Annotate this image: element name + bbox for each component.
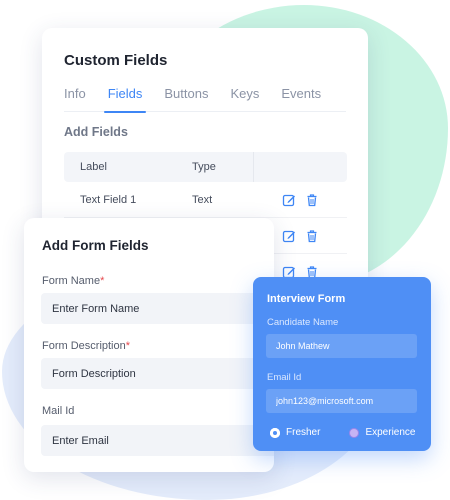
add-fields-heading: Add Fields <box>64 125 128 139</box>
form-name-input[interactable] <box>41 293 274 324</box>
email-id-input[interactable] <box>266 389 417 413</box>
edit-icon[interactable] <box>282 193 296 207</box>
interview-form-title: Interview Form <box>267 293 346 305</box>
required-mark: * <box>125 340 131 352</box>
trash-icon[interactable] <box>305 193 319 207</box>
radio-fresher[interactable]: Fresher <box>270 427 320 438</box>
table-row: Text Field 1 Text <box>64 182 347 218</box>
edit-icon[interactable] <box>282 229 296 243</box>
tab-events[interactable]: Events <box>281 86 321 112</box>
trash-icon[interactable] <box>305 229 319 243</box>
custom-fields-title: Custom Fields <box>64 52 168 69</box>
add-form-fields-card: Add Form Fields Form Name* Form Descript… <box>24 218 274 472</box>
tab-bar: Info Fields Buttons Keys Events <box>64 86 346 113</box>
radio-fresher-label: Fresher <box>286 427 321 438</box>
row-label: Text Field 1 <box>80 193 137 206</box>
add-form-fields-title: Add Form Fields <box>42 238 149 253</box>
candidate-name-input[interactable] <box>266 334 417 358</box>
form-description-label: Form Description* <box>42 340 131 352</box>
radio-experience-label: Experience <box>365 427 416 438</box>
tab-keys[interactable]: Keys <box>230 86 259 112</box>
interview-form-card: Interview Form Candidate Name Email Id F… <box>253 277 431 451</box>
experience-radio-group: Fresher Experience <box>270 427 415 438</box>
radio-experience[interactable]: Experience <box>349 427 415 438</box>
radio-checked-icon <box>270 427 280 438</box>
form-description-input[interactable] <box>41 358 274 389</box>
required-mark: * <box>100 275 105 287</box>
row-type: Text <box>192 193 213 206</box>
tab-buttons[interactable]: Buttons <box>164 86 208 112</box>
column-header-label: Label <box>80 161 107 173</box>
tab-fields[interactable]: Fields <box>103 86 147 113</box>
form-name-label: Form Name* <box>42 275 105 287</box>
tab-info[interactable]: Info <box>64 86 86 112</box>
table-header: Label Type <box>64 152 347 182</box>
email-input[interactable] <box>41 425 274 456</box>
mail-id-label: Mail Id <box>42 405 75 417</box>
column-header-type: Type <box>176 152 254 182</box>
candidate-name-label: Candidate Name <box>267 317 339 328</box>
radio-unchecked-icon <box>349 427 360 438</box>
email-id-label: Email Id <box>267 372 302 383</box>
